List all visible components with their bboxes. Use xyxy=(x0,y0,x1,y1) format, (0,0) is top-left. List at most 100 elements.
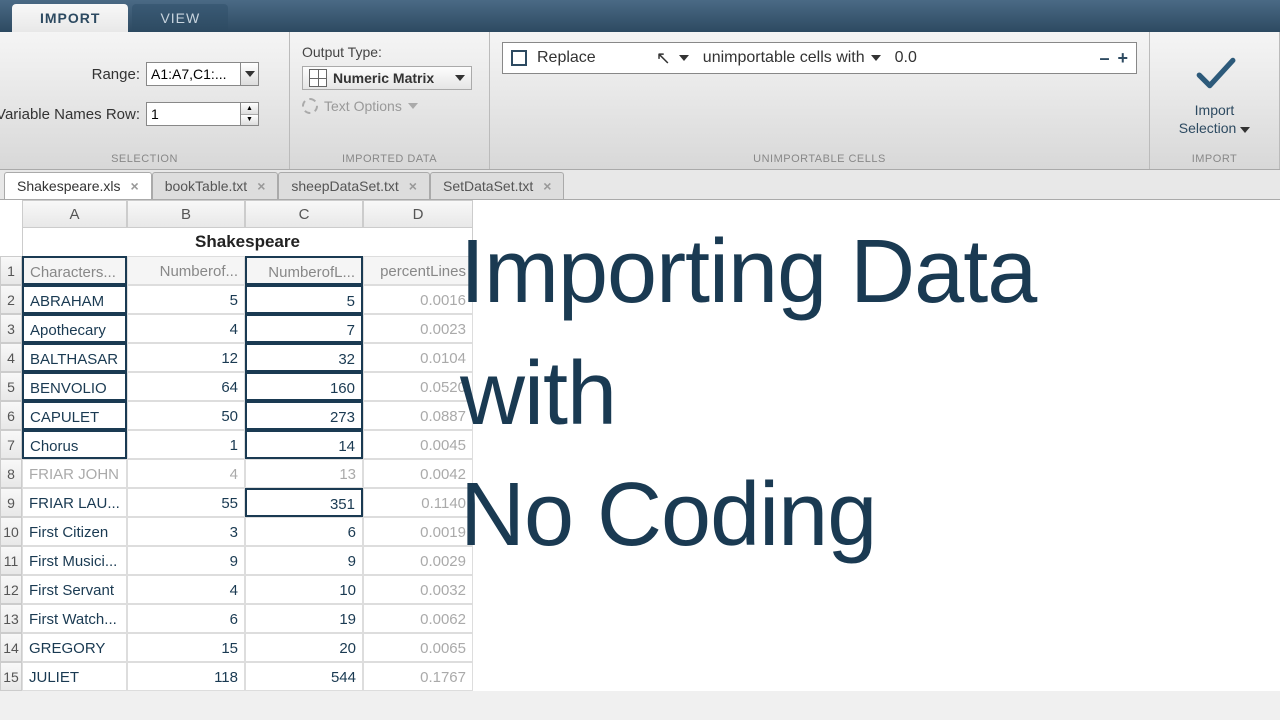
grid-cell[interactable]: 273 xyxy=(245,401,363,430)
varrow-input[interactable] xyxy=(146,102,241,126)
row-header[interactable]: 11 xyxy=(0,546,22,575)
grid-cell[interactable]: 0.0062 xyxy=(363,604,473,633)
grid-cell[interactable]: 0.0042 xyxy=(363,459,473,488)
grid-cell[interactable]: 3 xyxy=(127,517,245,546)
grid-cell[interactable]: 0.0019 xyxy=(363,517,473,546)
row-header[interactable]: 4 xyxy=(0,343,22,372)
row-header[interactable]: 10 xyxy=(0,517,22,546)
grid-cell[interactable]: ABRAHAM xyxy=(22,285,127,314)
add-rule-button[interactable]: + xyxy=(1117,48,1128,69)
close-icon[interactable]: × xyxy=(131,178,139,194)
grid-cell[interactable]: 5 xyxy=(127,285,245,314)
grid-cell[interactable]: 50 xyxy=(127,401,245,430)
grid-cell[interactable]: Characters... xyxy=(22,256,127,285)
grid-cell[interactable]: FRIAR LAU... xyxy=(22,488,127,517)
grid-cell[interactable]: 55 xyxy=(127,488,245,517)
range-dropdown[interactable] xyxy=(241,62,259,86)
row-header[interactable]: 9 xyxy=(0,488,22,517)
grid-cell[interactable]: 0.1140 xyxy=(363,488,473,517)
grid-cell[interactable]: 4 xyxy=(127,459,245,488)
grid-cell[interactable]: 12 xyxy=(127,343,245,372)
grid-cell[interactable]: FRIAR JOHN xyxy=(22,459,127,488)
grid-cell[interactable]: 4 xyxy=(127,575,245,604)
grid-cell[interactable]: 1 xyxy=(127,430,245,459)
tab-import[interactable]: IMPORT xyxy=(12,4,128,32)
grid-cell[interactable]: percentLines xyxy=(363,256,473,285)
grid-cell[interactable]: 118 xyxy=(127,662,245,691)
grid-cell[interactable]: 10 xyxy=(245,575,363,604)
grid-cell[interactable]: 0.0032 xyxy=(363,575,473,604)
grid-cell[interactable]: 0.0016 xyxy=(363,285,473,314)
file-tab-sheepdataset[interactable]: sheepDataSet.txt× xyxy=(278,172,430,199)
grid-cell[interactable]: BALTHASAR xyxy=(22,343,127,372)
file-tab-shakespeare[interactable]: Shakespeare.xls× xyxy=(4,172,152,199)
grid-cell[interactable]: BENVOLIO xyxy=(22,372,127,401)
grid-cell[interactable]: 0.0887 xyxy=(363,401,473,430)
varrow-spinner[interactable]: ▲▼ xyxy=(241,102,259,126)
grid-cell[interactable]: 64 xyxy=(127,372,245,401)
grid-cell[interactable]: First Citizen xyxy=(22,517,127,546)
text-options-button[interactable]: Text Options xyxy=(302,98,477,114)
row-header[interactable]: 14 xyxy=(0,633,22,662)
range-input[interactable] xyxy=(146,62,241,86)
grid-cell[interactable]: 6 xyxy=(127,604,245,633)
grid-cell[interactable]: 32 xyxy=(245,343,363,372)
row-header[interactable]: 8 xyxy=(0,459,22,488)
grid-cell[interactable]: 9 xyxy=(245,546,363,575)
row-header[interactable]: 2 xyxy=(0,285,22,314)
column-header-c[interactable]: C xyxy=(245,200,363,228)
close-icon[interactable]: × xyxy=(543,178,551,194)
replace-dropdown[interactable] xyxy=(679,55,689,61)
row-header[interactable]: 1 xyxy=(0,256,22,285)
grid-cell[interactable]: 4 xyxy=(127,314,245,343)
output-type-dropdown[interactable]: Numeric Matrix xyxy=(302,66,472,90)
grid-cell[interactable]: 15 xyxy=(127,633,245,662)
row-header[interactable]: 13 xyxy=(0,604,22,633)
column-header-b[interactable]: B xyxy=(127,200,245,228)
grid-cell[interactable]: 6 xyxy=(245,517,363,546)
grid-cell[interactable]: GREGORY xyxy=(22,633,127,662)
file-tab-booktable[interactable]: bookTable.txt× xyxy=(152,172,279,199)
row-header[interactable]: 6 xyxy=(0,401,22,430)
grid-cell[interactable]: 351 xyxy=(245,488,363,517)
column-header-d[interactable]: D xyxy=(363,200,473,228)
grid-cell[interactable]: First Musici... xyxy=(22,546,127,575)
replace-checkbox[interactable] xyxy=(511,50,527,66)
row-header[interactable]: 5 xyxy=(0,372,22,401)
grid-cell[interactable]: CAPULET xyxy=(22,401,127,430)
grid-cell[interactable]: 0.0520 xyxy=(363,372,473,401)
grid-cell[interactable]: 9 xyxy=(127,546,245,575)
grid-cell[interactable]: 19 xyxy=(245,604,363,633)
grid-cell[interactable]: 0.0065 xyxy=(363,633,473,662)
grid-cell[interactable]: 0.0045 xyxy=(363,430,473,459)
close-icon[interactable]: × xyxy=(257,178,265,194)
remove-rule-button[interactable]: – xyxy=(1099,48,1109,69)
row-header[interactable]: 15 xyxy=(0,662,22,691)
row-header[interactable]: 3 xyxy=(0,314,22,343)
grid-cell[interactable]: 7 xyxy=(245,314,363,343)
grid-cell[interactable]: 14 xyxy=(245,430,363,459)
grid-cell[interactable]: 0.0104 xyxy=(363,343,473,372)
grid-cell[interactable]: JULIET xyxy=(22,662,127,691)
grid-cell[interactable]: 5 xyxy=(245,285,363,314)
row-header[interactable]: 12 xyxy=(0,575,22,604)
with-dropdown[interactable] xyxy=(871,55,881,61)
grid-cell[interactable]: 544 xyxy=(245,662,363,691)
grid-cell[interactable]: 160 xyxy=(245,372,363,401)
grid-cell[interactable]: Chorus xyxy=(22,430,127,459)
row-header[interactable]: 7 xyxy=(0,430,22,459)
grid-cell[interactable]: NumberofL... xyxy=(245,256,363,285)
grid-cell[interactable]: 13 xyxy=(245,459,363,488)
grid-cell[interactable]: First Watch... xyxy=(22,604,127,633)
grid-cell[interactable]: 0.0023 xyxy=(363,314,473,343)
tab-view[interactable]: VIEW xyxy=(132,4,228,32)
replace-value[interactable]: 0.0 xyxy=(895,49,955,67)
grid-cell[interactable]: First Servant xyxy=(22,575,127,604)
grid-cell[interactable]: Numberof... xyxy=(127,256,245,285)
grid-cell[interactable]: 20 xyxy=(245,633,363,662)
column-header-a[interactable]: A xyxy=(22,200,127,228)
grid-cell[interactable]: 0.1767 xyxy=(363,662,473,691)
grid-cell[interactable]: Apothecary xyxy=(22,314,127,343)
close-icon[interactable]: × xyxy=(409,178,417,194)
file-tab-setdataset[interactable]: SetDataSet.txt× xyxy=(430,172,564,199)
